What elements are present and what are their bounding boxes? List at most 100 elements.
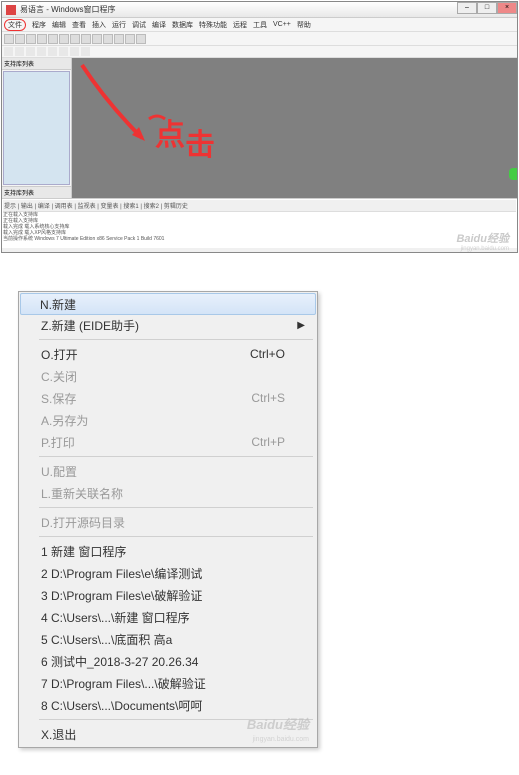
- menu-item-saveas[interactable]: A.另存为: [21, 409, 315, 431]
- menu-label: A.另存为: [41, 412, 88, 429]
- log-line: 当前操作系统 Windows 7 Ultimate Edition x86 Se…: [3, 236, 516, 242]
- menu-label: 8 C:\Users\...\Documents\呵呵: [41, 697, 202, 714]
- menu-remote[interactable]: 远程: [233, 20, 247, 30]
- tool-open-icon[interactable]: [15, 34, 25, 44]
- tool-run-icon[interactable]: [103, 34, 113, 44]
- menu-run[interactable]: 运行: [112, 20, 126, 30]
- tool-compile-icon[interactable]: [136, 34, 146, 44]
- menu-label: C.关闭: [41, 368, 77, 385]
- menu-label: P.打印: [41, 434, 75, 451]
- svg-text:击: 击: [185, 129, 215, 162]
- tool2-icon[interactable]: [15, 47, 24, 56]
- maximize-button[interactable]: □: [477, 2, 497, 14]
- toolbar-secondary: [2, 46, 517, 58]
- sidebar-tree[interactable]: [3, 71, 70, 185]
- menu-tools[interactable]: 工具: [253, 20, 267, 30]
- menu-item-opensrc[interactable]: D.打开源码目录: [21, 511, 315, 533]
- menu-item-recent-4[interactable]: 4 C:\Users\...\新建 窗口程序: [21, 606, 315, 628]
- app-icon: [6, 5, 16, 15]
- tool-find-icon[interactable]: [92, 34, 102, 44]
- menu-separator: [39, 456, 313, 457]
- menu-separator: [39, 719, 313, 720]
- sidebar-tab[interactable]: 支持库列表: [2, 58, 71, 70]
- tool-save-icon[interactable]: [26, 34, 36, 44]
- tool-undo-icon[interactable]: [70, 34, 80, 44]
- tool2-icon[interactable]: [59, 47, 68, 56]
- menu-label: 3 D:\Program Files\e\破解验证: [41, 587, 202, 604]
- minimize-button[interactable]: –: [457, 2, 477, 14]
- tool2-icon[interactable]: [48, 47, 57, 56]
- tool-paste-icon[interactable]: [59, 34, 69, 44]
- menu-view[interactable]: 查看: [72, 20, 86, 30]
- window-title: 易语言 - Windows窗口程序: [20, 4, 116, 15]
- menu-item-recent-3[interactable]: 3 D:\Program Files\e\破解验证: [21, 584, 315, 606]
- menu-shortcut: Ctrl+O: [250, 347, 285, 361]
- context-menu: N.新建 Z.新建 (EIDE助手) ▶ O.打开 Ctrl+O C.关闭 S.…: [18, 291, 318, 748]
- menu-item-recent-6[interactable]: 6 测试中_2018-3-27 20.26.34: [21, 650, 315, 672]
- output-panel: 提示 | 输出 | 编译 | 调用表 | 监视表 | 变量表 | 搜索1 | 搜…: [2, 198, 517, 248]
- tool2-icon[interactable]: [81, 47, 90, 56]
- menu-item-print[interactable]: P.打印 Ctrl+P: [21, 431, 315, 453]
- menu-item-save[interactable]: S.保存 Ctrl+S: [21, 387, 315, 409]
- log-output: 正在载入支持库 正在载入支持库 载入完成 载入系统核心支持库 载入完成 载入XP…: [3, 212, 516, 242]
- main-area: 支持库列表 支持库列表 点 击: [2, 58, 517, 198]
- tool-step-icon[interactable]: [125, 34, 135, 44]
- menu-item-config[interactable]: U.配置: [21, 460, 315, 482]
- canvas-area[interactable]: 点 击: [72, 58, 517, 198]
- menu-label: 6 测试中_2018-3-27 20.26.34: [41, 653, 198, 670]
- output-tabs[interactable]: 提示 | 输出 | 编译 | 调用表 | 监视表 | 变量表 | 搜索1 | 搜…: [3, 200, 516, 212]
- menu-label: 2 D:\Program Files\e\编译测试: [41, 565, 202, 582]
- menu-item-recent-2[interactable]: 2 D:\Program Files\e\编译测试: [21, 562, 315, 584]
- menu-label: 4 C:\Users\...\新建 窗口程序: [41, 609, 190, 626]
- menu-label: N.新建: [40, 296, 76, 313]
- tool-stop-icon[interactable]: [114, 34, 124, 44]
- menu-shortcut: Ctrl+P: [251, 435, 285, 449]
- menu-edit[interactable]: 编辑: [52, 20, 66, 30]
- sidebar: 支持库列表 支持库列表: [2, 58, 72, 198]
- menu-item-relink[interactable]: L.重新关联名称: [21, 482, 315, 504]
- tool-new-icon[interactable]: [4, 34, 14, 44]
- menu-debug[interactable]: 调试: [132, 20, 146, 30]
- menu-item-new-eide[interactable]: Z.新建 (EIDE助手) ▶: [21, 314, 315, 336]
- tool-redo-icon[interactable]: [81, 34, 91, 44]
- menu-label: S.保存: [41, 390, 76, 407]
- tool2-icon[interactable]: [4, 47, 13, 56]
- menu-help[interactable]: 帮助: [297, 20, 311, 30]
- menu-item-new[interactable]: N.新建: [20, 293, 316, 315]
- menu-database[interactable]: 数据库: [172, 20, 193, 30]
- menu-shortcut: Ctrl+S: [251, 391, 285, 405]
- tool-copy-icon[interactable]: [48, 34, 58, 44]
- titlebar: 易语言 - Windows窗口程序 – □ ×: [2, 2, 517, 18]
- menu-label: D.打开源码目录: [41, 514, 125, 531]
- close-button[interactable]: ×: [497, 2, 517, 14]
- tool-cut-icon[interactable]: [37, 34, 47, 44]
- submenu-arrow-icon: ▶: [297, 320, 305, 331]
- menu-insert[interactable]: 插入: [92, 20, 106, 30]
- menu-item-open[interactable]: O.打开 Ctrl+O: [21, 343, 315, 365]
- tool2-icon[interactable]: [37, 47, 46, 56]
- file-menu-highlighted[interactable]: 文件: [4, 19, 26, 31]
- menu-separator: [39, 536, 313, 537]
- app-window: 易语言 - Windows窗口程序 – □ × 文件 程序 编辑 查看 插入 运…: [1, 1, 518, 253]
- menu-program[interactable]: 程序: [32, 20, 46, 30]
- menu-item-exit[interactable]: X.退出: [21, 723, 315, 745]
- menu-item-recent-8[interactable]: 8 C:\Users\...\Documents\呵呵: [21, 694, 315, 716]
- menu-vcpp[interactable]: VC++: [273, 21, 291, 28]
- menu-label: 1 新建 窗口程序: [41, 543, 126, 560]
- menu-special[interactable]: 特殊功能: [199, 20, 227, 30]
- menu-label: L.重新关联名称: [41, 485, 123, 502]
- menu-item-recent-1[interactable]: 1 新建 窗口程序: [21, 540, 315, 562]
- sidebar-bottom-tab[interactable]: 支持库列表: [2, 186, 71, 198]
- tool2-icon[interactable]: [26, 47, 35, 56]
- toolbar-main: [2, 32, 517, 46]
- menu-separator: [39, 507, 313, 508]
- menu-compile[interactable]: 编译: [152, 20, 166, 30]
- menu-separator: [39, 339, 313, 340]
- watermark-brand: Baidu经验: [456, 230, 509, 246]
- menu-item-recent-5[interactable]: 5 C:\Users\...\底面积 高a: [21, 628, 315, 650]
- menu-item-recent-7[interactable]: 7 D:\Program Files\...\破解验证: [21, 672, 315, 694]
- menu-label: U.配置: [41, 463, 77, 480]
- tool2-icon[interactable]: [70, 47, 79, 56]
- menu-item-close[interactable]: C.关闭: [21, 365, 315, 387]
- window-controls: – □ ×: [457, 2, 517, 14]
